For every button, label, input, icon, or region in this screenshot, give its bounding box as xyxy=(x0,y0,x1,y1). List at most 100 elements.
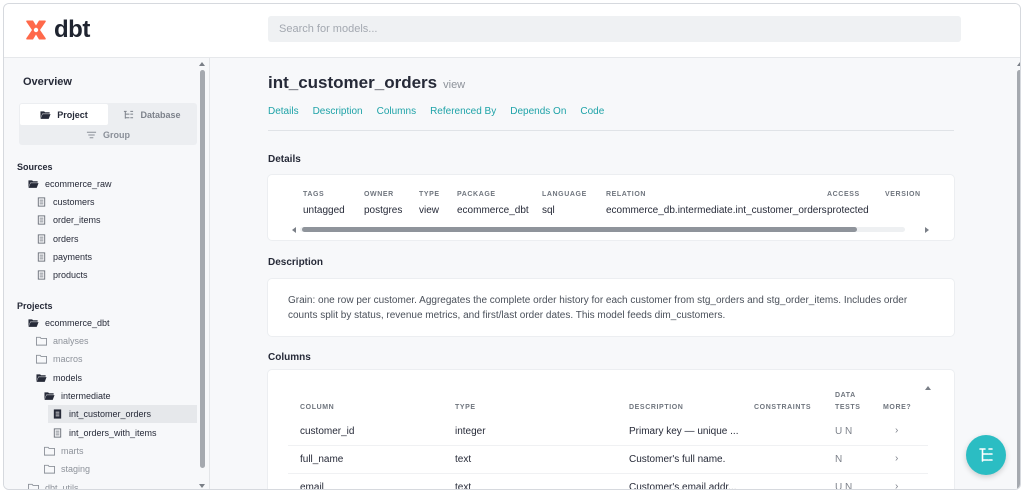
tree-item-orders[interactable]: orders xyxy=(36,230,79,248)
tree-item-intermediate[interactable]: intermediate xyxy=(44,387,111,405)
tree-item-staging[interactable]: staging xyxy=(44,460,90,478)
column-tests: U N xyxy=(835,426,853,437)
tree-item-int-orders-with-items[interactable]: int_orders_with_items xyxy=(52,424,157,442)
column-name: full_name xyxy=(300,454,344,465)
expand-row-chevron-icon[interactable]: › xyxy=(895,453,898,464)
tree-item-payments[interactable]: payments xyxy=(36,248,92,266)
tree-item-label: intermediate xyxy=(61,391,111,401)
column-name: email xyxy=(300,482,324,490)
expand-row-chevron-icon[interactable]: › xyxy=(895,481,898,489)
columns-scroll-up-icon[interactable] xyxy=(925,386,931,390)
group-lines-icon xyxy=(86,131,97,139)
toggle-project-button[interactable]: Project xyxy=(20,104,108,125)
scroll-left-icon[interactable] xyxy=(292,227,296,233)
tree-item-models[interactable]: models xyxy=(36,369,82,387)
folder-icon xyxy=(44,446,55,456)
tab-depends-on[interactable]: Depends On xyxy=(510,106,566,117)
tree-item-label: marts xyxy=(61,446,84,456)
tree-item-products[interactable]: products xyxy=(36,266,88,284)
toggle-group-button[interactable]: Group xyxy=(19,125,197,145)
tab-details[interactable]: Details xyxy=(268,106,299,117)
tree-item-marts[interactable]: marts xyxy=(44,442,84,460)
column-name: customer_id xyxy=(300,426,355,437)
tree-item-customers[interactable]: customers xyxy=(36,193,95,211)
folder-icon xyxy=(28,483,39,489)
document-icon xyxy=(37,215,46,225)
scroll-right-icon[interactable] xyxy=(925,227,929,233)
view-toggle: Project Database Group xyxy=(19,103,197,145)
column-type: integer xyxy=(455,426,486,437)
sidebar-overview-link[interactable]: Overview xyxy=(23,76,72,88)
col-header-constraints: CONSTRAINTS xyxy=(754,404,812,411)
detail-value: untagged xyxy=(303,205,345,216)
tree-item-int-customer-orders[interactable]: int_customer_orders xyxy=(48,405,197,423)
details-scrollbar[interactable] xyxy=(302,227,857,232)
main-scrollbar[interactable] xyxy=(1017,70,1020,489)
detail-value: postgres xyxy=(364,205,403,216)
tree-item-ecommerce-dbt[interactable]: ecommerce_dbt xyxy=(28,314,110,332)
tab-code[interactable]: Code xyxy=(580,106,604,117)
expand-row-chevron-icon[interactable]: › xyxy=(895,425,898,436)
description-card: Grain: one row per customer. Aggregates … xyxy=(268,279,954,336)
folder-icon xyxy=(36,354,47,364)
col-header-data: DATA xyxy=(835,392,856,399)
main-scroll-up-icon[interactable] xyxy=(1017,62,1020,66)
tree-item-label: customers xyxy=(53,197,95,207)
tree-item-label: ecommerce_dbt xyxy=(45,318,110,328)
top-bar: dbt xyxy=(4,4,1020,58)
toggle-project-label: Project xyxy=(57,109,88,120)
tree-item-dbt-utils[interactable]: dbt_utils xyxy=(28,479,79,490)
folder-open-icon xyxy=(40,110,51,119)
sidebar: Overview Project Database Group Sources … xyxy=(4,58,210,490)
sidebar-scroll-down-icon[interactable] xyxy=(199,484,205,488)
app-window: dbt Overview Project Database Group Sour… xyxy=(3,3,1021,490)
tree-item-ecommerce-raw[interactable]: ecommerce_raw xyxy=(28,175,112,193)
column-type: text xyxy=(455,454,472,465)
sidebar-scroll-up-icon[interactable] xyxy=(199,62,205,66)
tree-item-label: staging xyxy=(61,464,91,474)
detail-label: PACKAGE xyxy=(457,191,496,198)
detail-value: view xyxy=(419,205,440,216)
column-description: Customer's email addr... xyxy=(629,482,737,490)
row-divider xyxy=(288,445,928,446)
model-name: int_customer_orders xyxy=(268,73,438,92)
document-icon xyxy=(37,270,46,280)
tree-item-analyses[interactable]: analyses xyxy=(36,332,89,350)
tree-item-order-items[interactable]: order_items xyxy=(36,211,101,229)
tree-item-macros[interactable]: macros xyxy=(36,350,83,368)
detail-tags: TAGS untagged xyxy=(303,191,345,216)
tab-description[interactable]: Description xyxy=(313,106,363,117)
col-header-type: TYPE xyxy=(455,404,476,411)
detail-type: TYPE view xyxy=(419,191,440,216)
detail-language: LANGUAGE sql xyxy=(542,191,587,216)
tab-columns[interactable]: Columns xyxy=(377,106,416,117)
tree-item-label: order_items xyxy=(53,215,101,225)
document-icon xyxy=(37,252,46,262)
toggle-database-button[interactable]: Database xyxy=(108,104,196,125)
tree-item-label: macros xyxy=(53,354,83,364)
detail-label: TAGS xyxy=(303,191,325,198)
dbt-logo[interactable]: dbt xyxy=(24,18,90,42)
detail-access: ACCESS protected xyxy=(827,191,869,216)
logo-text: dbt xyxy=(54,16,90,43)
detail-package: PACKAGE ecommerce_dbt xyxy=(457,191,529,216)
detail-value: ecommerce_db.intermediate.int_customer_o… xyxy=(606,205,827,216)
detail-version: VERSION xyxy=(885,191,921,205)
tab-referenced-by[interactable]: Referenced By xyxy=(430,106,496,117)
detail-label: ACCESS xyxy=(827,191,860,198)
columns-card: COLUMN TYPE DESCRIPTION CONSTRAINTS DATA… xyxy=(268,370,954,490)
tree-item-label: payments xyxy=(53,252,93,262)
folder-open-icon xyxy=(36,374,47,382)
column-type: text xyxy=(455,482,472,490)
model-kind: view xyxy=(443,79,466,91)
lineage-graph-button[interactable] xyxy=(966,435,1006,475)
detail-relation: RELATION ecommerce_db.intermediate.int_c… xyxy=(606,191,827,216)
tree-item-label: dbt_utils xyxy=(45,483,79,490)
sidebar-scrollbar[interactable] xyxy=(200,70,205,468)
col-header-tests: TESTS xyxy=(835,404,861,411)
col-header-column: COLUMN xyxy=(300,404,335,411)
detail-value: protected xyxy=(827,205,869,216)
search-input[interactable] xyxy=(268,16,961,42)
tree-item-label: ecommerce_raw xyxy=(45,179,112,189)
page-title: int_customer_orders view xyxy=(268,73,465,93)
